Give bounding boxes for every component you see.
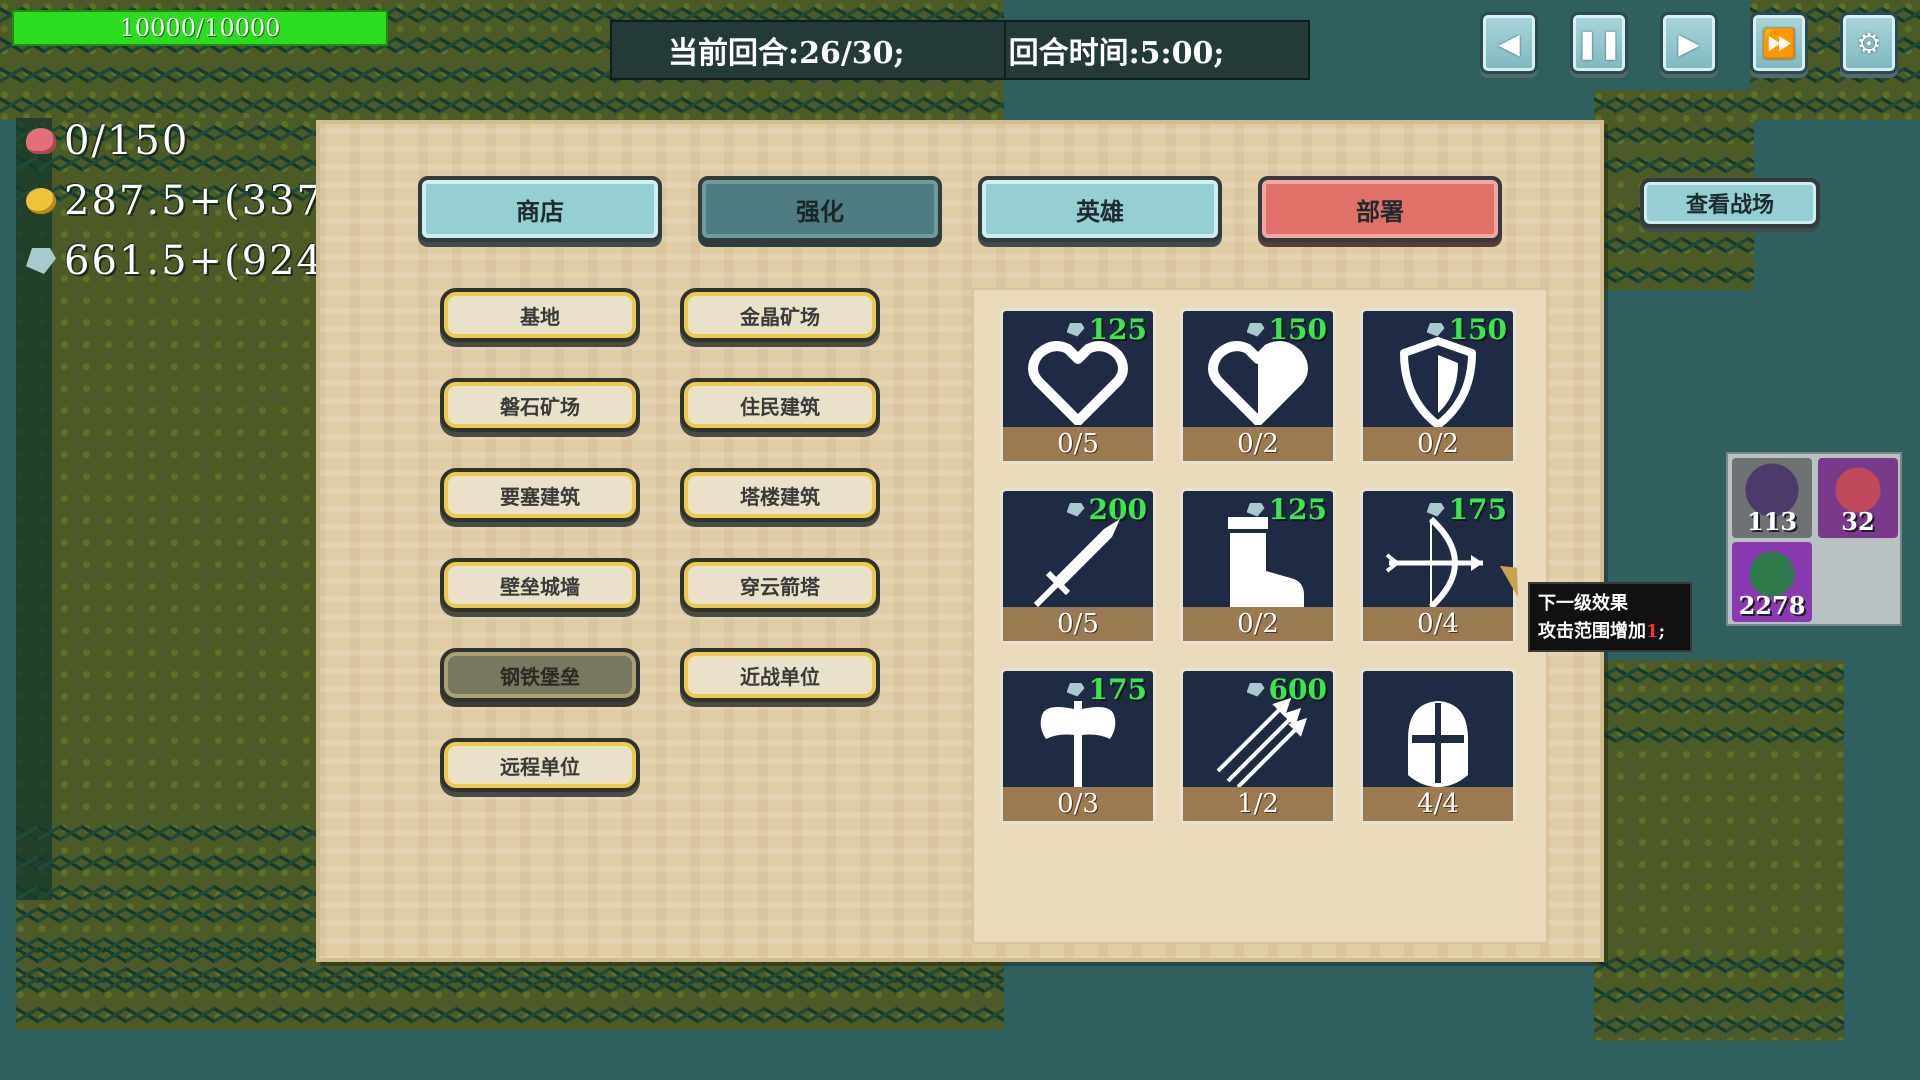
upgrade-level: 0/5	[1003, 427, 1153, 461]
unit-count: 113	[1746, 507, 1798, 536]
fast-forward-icon: ⏩	[1761, 26, 1797, 60]
category-fortress-button[interactable]: 要塞建筑	[440, 468, 640, 522]
axe-icon	[1003, 691, 1153, 795]
category-base-button[interactable]: 基地	[440, 288, 640, 342]
tab-deploy[interactable]: 部署	[1258, 176, 1502, 242]
rewind-icon: ◀	[1498, 26, 1520, 60]
category-melee-unit-button[interactable]: 近战单位	[680, 648, 880, 702]
unit-count: 32	[1841, 507, 1875, 536]
upgrade-panel: 商店 强化 英雄 部署 基地 金晶矿场 磐石矿场 住民建筑 要塞建筑 塔楼建筑 …	[316, 120, 1604, 962]
crystal-resource: 661.5+(924)	[26, 238, 342, 284]
tooltip-title: 下一级效果	[1538, 593, 1628, 614]
shield-icon	[1363, 331, 1513, 435]
tab-hero[interactable]: 英雄	[978, 176, 1222, 242]
tab-upgrade[interactable]: 强化	[698, 176, 942, 242]
bow-icon	[1363, 511, 1513, 615]
round-info-panel: 当前回合:26/30; 回合时间:5:00;	[610, 20, 1310, 80]
half-heart-icon	[1183, 331, 1333, 435]
upgrade-card-arrows[interactable]: 600 1/2	[1180, 668, 1336, 824]
upgrade-level: 0/5	[1003, 607, 1153, 641]
upgrade-card-boot[interactable]: 125 0/2	[1180, 488, 1336, 644]
boot-icon	[1183, 511, 1333, 615]
category-arrow-tower-button[interactable]: 穿云箭塔	[680, 558, 880, 612]
heart-icon	[1003, 331, 1153, 435]
upgrade-level: 1/2	[1183, 787, 1333, 821]
unit-roster: 113 32 2278	[1726, 452, 1902, 626]
view-battlefield-button[interactable]: 查看战场	[1640, 178, 1820, 228]
upgrade-level: 0/2	[1363, 427, 1513, 461]
forest-right	[1594, 660, 1844, 1040]
upgrade-grid: 125 0/5 150 0/2 150 0/2 200 0/5 125 0/2 …	[972, 288, 1548, 944]
goblin-group-unit-icon[interactable]: 32	[1818, 458, 1898, 538]
base-hp-bar: 10000/10000	[12, 10, 388, 46]
upgrade-card-axe[interactable]: 175 0/3	[1000, 668, 1156, 824]
pause-icon: ❚❚	[1575, 26, 1623, 60]
category-steel-fort-button[interactable]: 钢铁堡垒	[440, 648, 640, 702]
pause-button[interactable]: ❚❚	[1570, 12, 1628, 74]
upgrade-level: 0/4	[1363, 607, 1513, 641]
upgrade-tooltip: 下一级效果 攻击范围增加1;	[1528, 582, 1692, 652]
unit-count: 2278	[1738, 591, 1806, 620]
sword-icon	[1003, 511, 1153, 615]
current-round-label: 当前回合:26/30;	[668, 36, 905, 71]
play-button[interactable]: ▶	[1660, 12, 1718, 74]
upgrade-card-half-heart[interactable]: 150 0/2	[1180, 308, 1336, 464]
gold-bag-icon	[26, 188, 56, 214]
category-wall-button[interactable]: 壁垒城墙	[440, 558, 640, 612]
upgrade-level: 0/2	[1183, 427, 1333, 461]
upgrade-card-shield[interactable]: 150 0/2	[1360, 308, 1516, 464]
fast-forward-button[interactable]: ⏩	[1750, 12, 1808, 74]
category-tower-button[interactable]: 塔楼建筑	[680, 468, 880, 522]
helmet-icon	[1363, 691, 1513, 795]
round-time-label: 回合时间:5:00;	[1008, 36, 1225, 71]
tab-shop[interactable]: 商店	[418, 176, 662, 242]
crystal-value: 661.5+(924)	[64, 238, 342, 284]
tooltip-effect: 攻击范围增加1;	[1538, 621, 1666, 642]
population-value: 0/150	[64, 118, 190, 164]
round-divider	[1004, 20, 1006, 80]
category-ranged-unit-button[interactable]: 远程单位	[440, 738, 640, 792]
brain-icon	[26, 128, 56, 154]
category-gold-mine-button[interactable]: 金晶矿场	[680, 288, 880, 342]
forest-left	[16, 118, 316, 908]
settings-button[interactable]: ⚙	[1840, 12, 1898, 74]
crystal-icon	[26, 248, 56, 274]
upgrade-card-sword[interactable]: 200 0/5	[1000, 488, 1156, 644]
category-residential-button[interactable]: 住民建筑	[680, 378, 880, 432]
settings-gear-icon: ⚙	[1856, 26, 1882, 60]
upgrade-card-bow[interactable]: 175 0/4	[1360, 488, 1516, 644]
upgrade-level: 0/3	[1003, 787, 1153, 821]
rewind-button[interactable]: ◀	[1480, 12, 1538, 74]
play-icon: ▶	[1678, 26, 1700, 60]
upgrade-level: 0/2	[1183, 607, 1333, 641]
dark-knight-unit-icon[interactable]: 113	[1732, 458, 1812, 538]
upgrade-level: 4/4	[1363, 787, 1513, 821]
population-resource: 0/150	[26, 118, 189, 164]
upgrade-card-heart[interactable]: 125 0/5	[1000, 308, 1156, 464]
category-rock-mine-button[interactable]: 磐石矿场	[440, 378, 640, 432]
arrows-icon	[1183, 691, 1333, 795]
upgrade-card-helmet[interactable]: 4/4	[1360, 668, 1516, 824]
dragon-unit-icon[interactable]: 2278	[1732, 542, 1812, 622]
